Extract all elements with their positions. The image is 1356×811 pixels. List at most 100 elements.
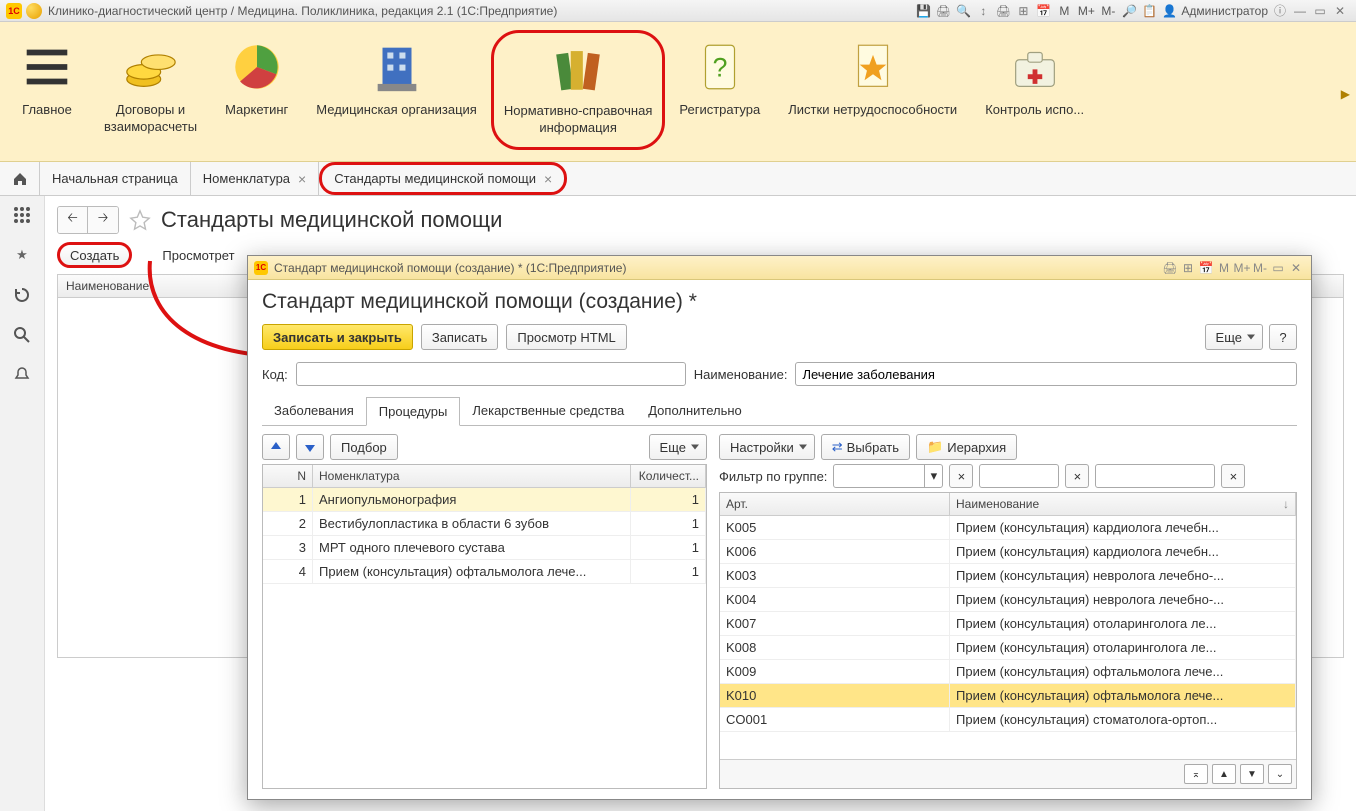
printer2-icon[interactable]: 🖨	[994, 2, 1012, 20]
save-button[interactable]: Записать	[421, 324, 499, 350]
dialog-mplus-button[interactable]: M+	[1233, 259, 1251, 277]
filter-combo-2[interactable]	[979, 464, 1059, 488]
table-row[interactable]: K005Прием (консультация) кардиолога лече…	[720, 516, 1296, 540]
table-row[interactable]: CO001Прием (консультация) стоматолога-ор…	[720, 708, 1296, 732]
col-art[interactable]: Арт.	[720, 493, 950, 515]
ribbon-item-contracts[interactable]: Договоры и взаиморасчеты	[90, 30, 211, 150]
ribbon-more-icon[interactable]: ▶	[1341, 87, 1350, 101]
dialog-close-icon[interactable]: ✕	[1287, 259, 1305, 277]
name-input[interactable]	[795, 362, 1297, 386]
favorite-star-icon[interactable]	[127, 207, 153, 233]
tab-nomenclature[interactable]: Номенклатура×	[191, 162, 319, 195]
table-row[interactable]: K004Прием (консультация) невролога лечеб…	[720, 588, 1296, 612]
table-row[interactable]: K007Прием (консультация) отоларинголога …	[720, 612, 1296, 636]
table-row[interactable]: 1Ангиопульмонография1	[263, 488, 706, 512]
filter-clear-1[interactable]: ×	[949, 464, 973, 488]
table-row[interactable]: K010Прием (консультация) офтальмолога ле…	[720, 684, 1296, 708]
dialog-grid-icon[interactable]: ⊞	[1179, 259, 1197, 277]
tab-close-icon[interactable]: ×	[298, 171, 306, 187]
dialog-print-icon[interactable]: 🖨	[1161, 259, 1179, 277]
more-button[interactable]: Еще	[1205, 324, 1263, 350]
table-row[interactable]: K008Прием (консультация) отоларинголога …	[720, 636, 1296, 660]
star-icon[interactable]: ★	[11, 244, 33, 266]
close-icon[interactable]: ✕	[1331, 2, 1349, 20]
choose-button[interactable]: ⇄Выбрать	[821, 434, 910, 460]
page-down-button[interactable]: ▼	[1240, 764, 1264, 784]
tab-standards[interactable]: Стандарты медицинской помощи ×	[319, 162, 567, 195]
move-up-button[interactable]	[262, 434, 290, 460]
ribbon-item-main[interactable]: Главное	[4, 30, 90, 150]
tab-label: Стандарты медицинской помощи	[334, 171, 536, 186]
procedures-grid[interactable]: N Номенклатура Количест... 1Ангиопульмон…	[262, 464, 707, 789]
mplus-button[interactable]: M+	[1077, 2, 1095, 20]
page-up-button[interactable]: ▲	[1212, 764, 1236, 784]
ribbon-item-registry[interactable]: ? Регистратура	[665, 30, 774, 150]
search-icon[interactable]: 🔍	[954, 2, 972, 20]
table-row[interactable]: K006Прием (консультация) кардиолога лече…	[720, 540, 1296, 564]
ribbon-item-medorg[interactable]: Медицинская организация	[302, 30, 491, 150]
podbor-button[interactable]: Подбор	[330, 434, 398, 460]
selection-grid[interactable]: Арт. Наименование↓ K005Прием (консультац…	[719, 492, 1297, 789]
home-icon[interactable]	[0, 162, 40, 195]
filter-clear-2[interactable]: ×	[1065, 464, 1089, 488]
move-down-button[interactable]	[296, 434, 324, 460]
col-n[interactable]: N	[263, 465, 313, 487]
tab-start[interactable]: Начальная страница	[40, 162, 191, 195]
settings-button[interactable]: Настройки	[719, 434, 815, 460]
preview-html-button[interactable]: Просмотр HTML	[506, 324, 626, 350]
ribbon-item-disability[interactable]: Листки нетрудоспособности	[774, 30, 971, 150]
clipboard-icon[interactable]: 📋	[1140, 2, 1158, 20]
calendar-icon[interactable]: 📅	[1034, 2, 1052, 20]
help-button[interactable]: ?	[1269, 324, 1297, 350]
code-input[interactable]	[296, 362, 686, 386]
bell-icon[interactable]	[11, 364, 33, 386]
save-icon[interactable]: 💾	[914, 2, 932, 20]
subtab-diseases[interactable]: Заболевания	[262, 397, 366, 426]
apps-icon[interactable]	[11, 204, 33, 226]
ribbon-label: Контроль испо...	[985, 102, 1084, 119]
nav-back-button[interactable]: 🡠	[58, 207, 88, 233]
grid-icon[interactable]: ⊞	[1014, 2, 1032, 20]
col-qty[interactable]: Количест...	[631, 465, 706, 487]
zoom-icon[interactable]: 🔎	[1120, 2, 1138, 20]
filter-combo-1[interactable]: ▾	[833, 464, 943, 488]
table-row[interactable]: 4Прием (консультация) офтальмолога лече.…	[263, 560, 706, 584]
page-first-button[interactable]: ⌅	[1184, 764, 1208, 784]
dialog-calendar-icon[interactable]: 📅	[1197, 259, 1215, 277]
filter-combo-3[interactable]	[1095, 464, 1215, 488]
nav-forward-button[interactable]: 🡢	[88, 207, 118, 233]
app-title: Клинико-диагностический центр / Медицина…	[48, 4, 557, 18]
ribbon-item-control[interactable]: Контроль испо...	[971, 30, 1098, 150]
search-side-icon[interactable]	[11, 324, 33, 346]
create-button[interactable]: Создать	[57, 242, 132, 268]
info-icon[interactable]: ⓘ	[1271, 2, 1289, 20]
view-button[interactable]: Просмотрет	[136, 242, 244, 268]
dialog-m-button[interactable]: M	[1215, 259, 1233, 277]
left-more-button[interactable]: Еще	[649, 434, 707, 460]
dialog-mminus-button[interactable]: M-	[1251, 259, 1269, 277]
save-close-button[interactable]: Записать и закрыть	[262, 324, 413, 350]
history-icon[interactable]	[11, 284, 33, 306]
subtab-medications[interactable]: Лекарственные средства	[460, 397, 636, 426]
mminus-button[interactable]: M-	[1099, 2, 1117, 20]
hierarchy-button[interactable]: 📁Иерархия	[916, 434, 1017, 460]
page-last-button[interactable]: ⌄	[1268, 764, 1292, 784]
table-row[interactable]: 2Вестибулопластика в области 6 зубов1	[263, 512, 706, 536]
filter-clear-3[interactable]: ×	[1221, 464, 1245, 488]
col-name[interactable]: Наименование↓	[950, 493, 1296, 515]
table-row[interactable]: 3МРТ одного плечевого сустава1	[263, 536, 706, 560]
table-row[interactable]: K009Прием (консультация) офтальмолога ле…	[720, 660, 1296, 684]
minimize-icon[interactable]: —	[1291, 2, 1309, 20]
m-button[interactable]: M	[1055, 2, 1073, 20]
subtab-procedures[interactable]: Процедуры	[366, 397, 461, 426]
tab-close-icon[interactable]: ×	[544, 171, 552, 187]
maximize-icon[interactable]: ▭	[1311, 2, 1329, 20]
nav-icon[interactable]: ↕	[974, 2, 992, 20]
table-row[interactable]: K003Прием (консультация) невролога лечеб…	[720, 564, 1296, 588]
ribbon-item-reference[interactable]: Нормативно-справочная информация	[491, 30, 666, 150]
dialog-maximize-icon[interactable]: ▭	[1269, 259, 1287, 277]
subtab-additional[interactable]: Дополнительно	[636, 397, 754, 426]
ribbon-item-marketing[interactable]: Маркетинг	[211, 30, 302, 150]
print-icon[interactable]: 🖨	[934, 2, 952, 20]
col-nom[interactable]: Номенклатура	[313, 465, 631, 487]
